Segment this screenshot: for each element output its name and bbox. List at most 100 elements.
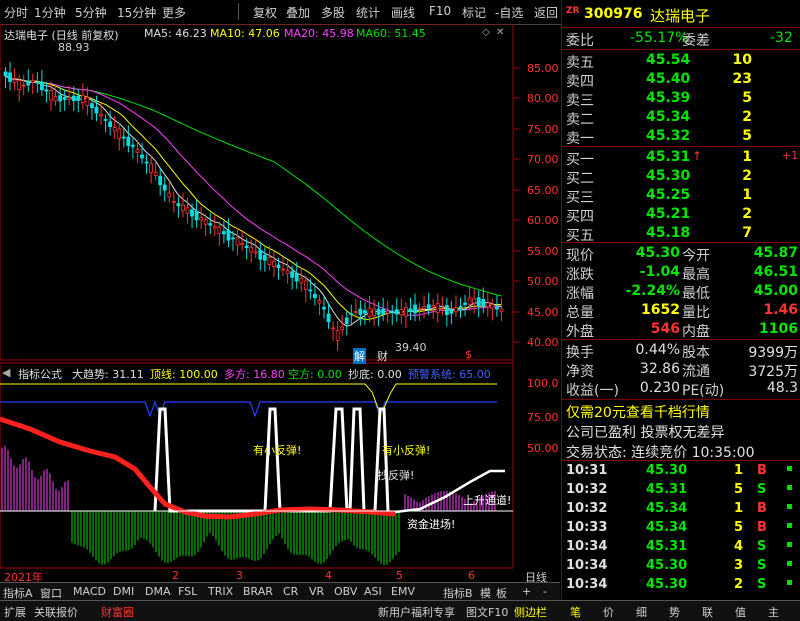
indicator-name[interactable]: 指标公式 [18, 366, 62, 382]
tab-indicator-a[interactable]: 指标A [3, 585, 33, 601]
side-tab[interactable]: 势 [669, 604, 680, 620]
bid-row[interactable]: 买三 45.25 1 [562, 186, 800, 206]
level-price: 45.39 [646, 90, 691, 106]
tab-indicator-b[interactable]: 指标B [443, 585, 473, 601]
ma20-line [5, 75, 502, 317]
toolbar-item-5min[interactable]: 5分钟 [75, 4, 107, 21]
tab-macd[interactable]: MACD [73, 585, 106, 598]
toolbar-item-watchlist[interactable]: -自选 [495, 4, 523, 21]
candle-body [190, 209, 194, 217]
dividend-marker[interactable]: $ [465, 348, 472, 361]
toolbar-item-adjust[interactable]: 复权 [253, 4, 277, 21]
diamond-icon[interactable]: ◇ [482, 27, 490, 38]
level-volume: 10 [732, 52, 752, 68]
footer-new-user[interactable]: 新用户福利专享 [378, 604, 455, 620]
tab-window[interactable]: 窗口 [40, 585, 62, 601]
tab-board[interactable]: 板 [496, 585, 507, 601]
quote-label: 涨幅 [566, 286, 594, 302]
candle-body [294, 273, 299, 282]
toolbar-item-f10[interactable]: F10 [429, 4, 451, 18]
level-volume: 1 [742, 149, 752, 165]
finance-marker[interactable]: 财 [377, 348, 388, 364]
bid-row[interactable]: 买五 45.18 7 [562, 224, 800, 244]
side-tab[interactable]: 细 [636, 604, 647, 620]
promo-text[interactable]: 仅需20元查看千档行情 [566, 402, 710, 422]
bid-row[interactable]: 买四 45.21 2 [562, 205, 800, 225]
chart-area[interactable]: 达瑞电子 (日线 前复权) MA5: 46.23 MA10: 47.06 MA2… [0, 24, 560, 584]
footer-sidebar[interactable]: 侧边栏 [514, 604, 547, 620]
side-tab[interactable]: 值 [735, 604, 746, 620]
candle-body [99, 114, 103, 117]
candle-body [21, 84, 26, 87]
tick-volume: 5 [734, 520, 744, 535]
y-tick: 45.00 [527, 306, 559, 319]
top-line [0, 383, 497, 409]
tab-fsl[interactable]: FSL [178, 585, 197, 598]
tick-row[interactable]: 10:34 45.30 2 S ▪ [562, 576, 800, 594]
candle-body [344, 317, 349, 325]
footer-related-quote[interactable]: 关联报价 [34, 604, 78, 620]
toolbar-item-multi[interactable]: 多股 [321, 4, 345, 21]
tab-emv[interactable]: EMV [391, 585, 415, 598]
ind-y-tick: 50.00 [527, 442, 559, 455]
tab-trix[interactable]: TRIX [208, 585, 233, 598]
x-tick: 6 [468, 569, 475, 582]
footer-expand[interactable]: 扩展 [4, 604, 26, 620]
ask-row[interactable]: 卖二 45.34 2 [562, 108, 800, 128]
zoom-in-button[interactable]: + [522, 585, 531, 598]
side-tab[interactable]: 笔 [570, 604, 581, 620]
tick-row[interactable]: 10:34 45.31 4 S ▪ [562, 538, 800, 556]
candle-body [485, 302, 490, 308]
tick-row[interactable]: 10:33 45.34 5 B ▪ [562, 519, 800, 537]
tab-template[interactable]: 模 [480, 585, 491, 601]
indicator-param: 多方: 16.80 [224, 368, 285, 381]
tab-cr[interactable]: CR [283, 585, 298, 598]
level-volume: 23 [732, 71, 752, 87]
bid-row[interactable]: 买一 45.31 1 ↑ +1 [562, 148, 800, 168]
ask-row[interactable]: 卖四 45.40 23 [562, 70, 800, 90]
bid-row[interactable]: 买二 45.30 2 [562, 167, 800, 187]
side-tab[interactable]: 价 [603, 604, 614, 620]
toolbar-item-stats[interactable]: 统计 [356, 4, 380, 21]
unlock-marker[interactable]: 解 [353, 348, 366, 364]
toolbar-item-draw[interactable]: 画线 [391, 4, 415, 21]
candle-body [235, 237, 240, 246]
ask-row[interactable]: 卖三 45.39 5 [562, 89, 800, 109]
footer-wealth-circle[interactable]: 财富圈 [101, 604, 134, 620]
quote-label: 最低 [682, 286, 710, 302]
toolbar-item-overlay[interactable]: 叠加 [286, 4, 310, 21]
toolbar-item-more[interactable]: 更多 [162, 4, 186, 21]
tab-dmi[interactable]: DMI [113, 585, 134, 598]
footer-f10[interactable]: 图文F10 [466, 604, 508, 620]
indicator-menu-icon[interactable]: ◀ [2, 366, 10, 379]
level-volume: 7 [742, 225, 752, 241]
promo-row-1[interactable]: 仅需20元查看千档行情 [562, 401, 800, 422]
weibi-label: 委比 [566, 33, 594, 49]
candle-body [376, 308, 381, 315]
tick-row[interactable]: 10:32 45.31 5 S ▪ [562, 481, 800, 499]
ask-row[interactable]: 卖一 45.32 5 [562, 127, 800, 147]
stats-row: 收益(一) 0.230 PE(动) 48.3 [562, 379, 800, 399]
tick-row[interactable]: 10:32 45.34 1 B ▪ [562, 500, 800, 518]
tab-vr[interactable]: VR [309, 585, 324, 598]
tab-obv[interactable]: OBV [334, 585, 357, 598]
toolbar-item-1min[interactable]: 1分钟 [34, 4, 66, 21]
y-tick: 60.00 [527, 214, 559, 227]
toolbar-item-back[interactable]: 返回 [534, 4, 558, 21]
tick-row[interactable]: 10:34 45.30 3 S ▪ [562, 557, 800, 575]
level-label: 卖一 [566, 131, 594, 147]
toolbar-item-mark[interactable]: 标记 [462, 4, 486, 21]
side-tab[interactable]: 主 [768, 604, 779, 620]
ask-row[interactable]: 卖五 45.54 10 [562, 51, 800, 71]
toolbar-item-15min[interactable]: 15分钟 [117, 4, 156, 21]
tick-row[interactable]: 10:31 45.30 1 B ▪ [562, 462, 800, 480]
candle-body [381, 309, 386, 315]
tab-dma[interactable]: DMA [145, 585, 171, 598]
side-tab[interactable]: 联 [702, 604, 713, 620]
tab-brar[interactable]: BRAR [243, 585, 273, 598]
tab-asi[interactable]: ASI [364, 585, 382, 598]
y-tick: 55.00 [527, 245, 559, 258]
zoom-out-button[interactable]: - [543, 585, 547, 598]
close-icon[interactable]: ✕ [496, 27, 504, 38]
toolbar-item-intraday[interactable]: 分时 [4, 4, 28, 21]
